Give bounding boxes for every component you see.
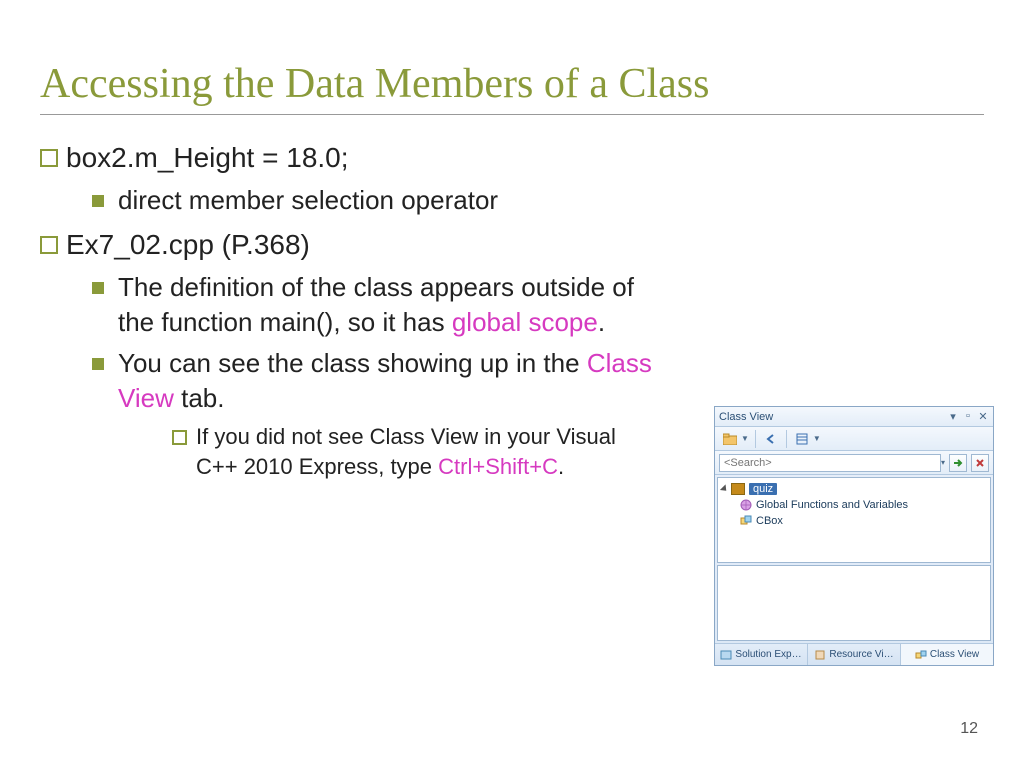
bullet-1: box2.m_Height = 18.0; direct member sele… <box>66 139 984 218</box>
dropdown-arrow-icon[interactable]: ▼ <box>813 434 821 443</box>
class-icon <box>740 515 752 527</box>
settings-icon[interactable] <box>793 430 811 448</box>
tab-solution-explorer[interactable]: Solution Exp… <box>715 644 808 665</box>
back-icon[interactable] <box>762 430 780 448</box>
bullet-2b1: If you did not see Class View in your Vi… <box>196 422 658 481</box>
solution-icon <box>720 649 732 661</box>
tree-cbox-label: CBox <box>756 515 783 527</box>
bullet-2a: The definition of the class appears outs… <box>118 270 658 340</box>
class-view-toolbar: ▼ ▼ <box>715 427 993 451</box>
expand-icon[interactable] <box>720 484 729 493</box>
highlight-global-scope: global scope <box>452 307 598 337</box>
tab-resource-view[interactable]: Resource Vi… <box>808 644 901 665</box>
class-view-header: Class View ▾ ▫ ✕ <box>715 407 993 427</box>
bullet-1-text: box2.m_Height = 18.0; <box>66 142 349 173</box>
class-view-title: Class View <box>719 411 773 423</box>
tab-class-view[interactable]: Class View <box>901 644 993 665</box>
class-view-tabs: Solution Exp… Resource Vi… Class View <box>715 643 993 665</box>
new-folder-icon[interactable] <box>721 430 739 448</box>
search-input[interactable] <box>719 454 941 472</box>
class-view-search-row: ▾ <box>715 451 993 475</box>
tree-cbox-row[interactable]: CBox <box>722 513 986 529</box>
class-view-tree[interactable]: quiz Global Functions and Variables CBox <box>717 477 991 563</box>
dropdown-arrow-icon[interactable]: ▼ <box>741 434 749 443</box>
go-button[interactable] <box>949 454 967 472</box>
slide-title: Accessing the Data Members of a Class <box>40 60 984 115</box>
clear-button[interactable] <box>971 454 989 472</box>
globals-icon <box>740 499 752 511</box>
class-view-panel: Class View ▾ ▫ ✕ ▼ ▼ ▾ <box>714 406 994 666</box>
bullet-2b: You can see the class showing up in the … <box>118 346 658 482</box>
tree-project-label[interactable]: quiz <box>749 483 777 495</box>
bullet-2-text: Ex7_02.cpp (P.368) <box>66 229 310 260</box>
tree-project-row[interactable]: quiz <box>722 481 986 497</box>
project-icon <box>731 483 745 495</box>
tree-globals-label: Global Functions and Variables <box>756 499 908 511</box>
window-menu-icon[interactable]: ▾ <box>947 410 959 423</box>
class-view-icon <box>915 649 927 661</box>
page-number: 12 <box>960 720 978 738</box>
window-buttons: ▾ ▫ ✕ <box>947 410 989 423</box>
search-dropdown-icon[interactable]: ▾ <box>941 458 945 467</box>
pin-icon[interactable]: ▫ <box>962 410 974 423</box>
highlight-shortcut: Ctrl+Shift+C <box>438 454 558 479</box>
close-icon[interactable]: ✕ <box>977 410 989 423</box>
bullet-1a: direct member selection operator <box>118 183 658 218</box>
resource-icon <box>814 649 826 661</box>
tree-globals-row[interactable]: Global Functions and Variables <box>722 497 986 513</box>
class-view-members-pane[interactable] <box>717 565 991 641</box>
